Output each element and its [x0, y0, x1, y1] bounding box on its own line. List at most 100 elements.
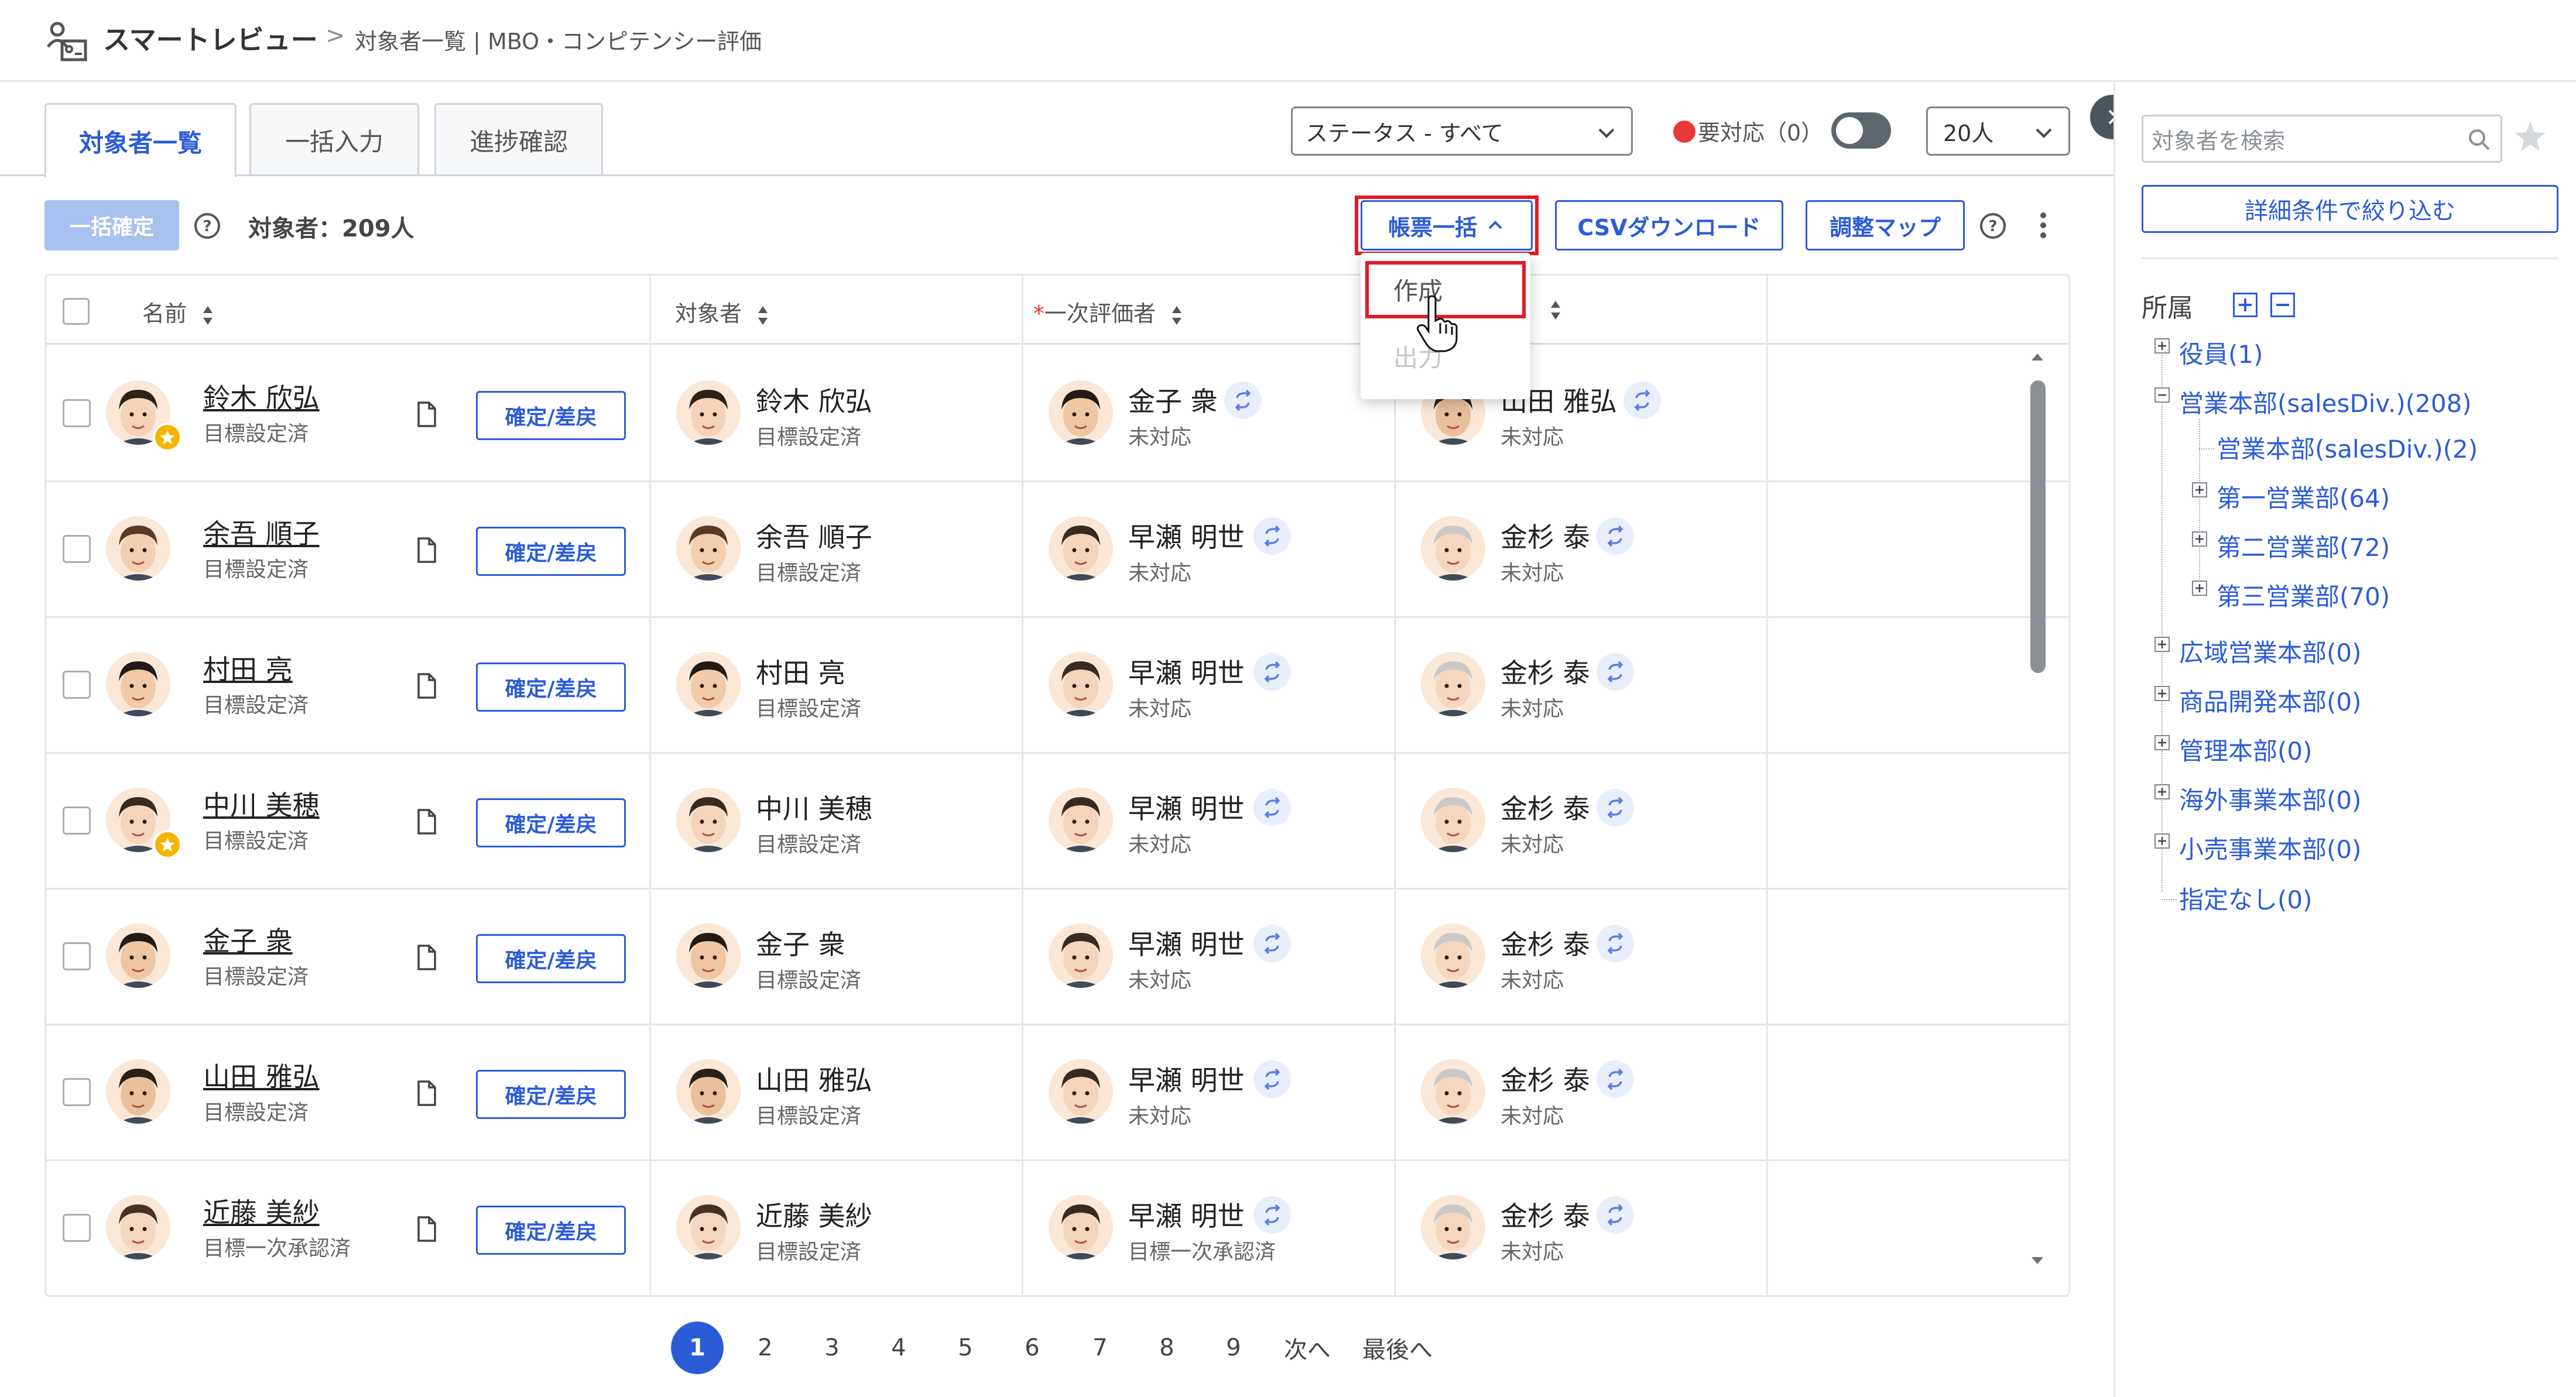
confirm-return-button[interactable]: 確定/差戻 [476, 934, 626, 983]
department-tree-item[interactable]: 営業本部(salesDiv.)(208) [2179, 384, 2472, 420]
department-tree-item[interactable]: 管理本部(0) [2179, 732, 2313, 767]
target-name-link[interactable]: 近藤 美紗 [203, 1192, 320, 1230]
target-name-link[interactable]: 金子 衆 [203, 920, 293, 959]
tab-target-list[interactable]: 対象者一覧 [44, 103, 237, 177]
tab-progress[interactable]: 進捗確認 [434, 103, 603, 176]
tree-expand-icon[interactable] [2192, 482, 2207, 497]
row-checkbox[interactable] [63, 535, 91, 563]
tree-collapse-icon[interactable] [2154, 387, 2170, 403]
department-tree-item[interactable]: 第二営業部(72) [2217, 528, 2390, 564]
page-link[interactable]: 8 [1140, 1322, 1193, 1374]
swap-evaluator-icon[interactable] [1623, 382, 1661, 419]
swap-evaluator-icon[interactable] [1253, 925, 1291, 962]
swap-evaluator-icon[interactable] [1253, 1196, 1291, 1234]
column-header-second-evaluator[interactable] [1542, 296, 1563, 323]
confirm-return-button[interactable]: 確定/差戻 [476, 391, 626, 440]
department-tree-item[interactable]: 第一営業部(64) [2217, 479, 2390, 514]
collapse-all-button[interactable] [2270, 293, 2295, 317]
page-link[interactable]: 2 [739, 1322, 792, 1374]
page-link[interactable]: 1 [671, 1322, 724, 1374]
swap-evaluator-icon[interactable] [1597, 517, 1634, 555]
per-page-select[interactable]: 20人 [1926, 107, 2070, 156]
scroll-up-arrow-icon[interactable] [2029, 349, 2046, 365]
page-link[interactable]: 4 [872, 1322, 925, 1374]
favorite-star-icon[interactable] [2512, 118, 2549, 156]
bulk-confirm-button[interactable]: 一括確定 [44, 200, 179, 250]
target-name-link[interactable]: 余吾 順子 [203, 513, 320, 551]
needs-action-toggle[interactable] [1831, 112, 1891, 149]
next-page-link[interactable]: 次へ [1275, 1322, 1340, 1374]
department-tree-item[interactable]: 役員(1) [2179, 335, 2263, 370]
more-menu-icon[interactable] [2037, 211, 2049, 240]
search-icon[interactable] [2467, 127, 2492, 153]
swap-evaluator-icon[interactable] [1597, 1060, 1634, 1098]
scroll-down-arrow-icon[interactable] [2029, 1252, 2046, 1269]
expand-all-button[interactable] [2233, 293, 2258, 317]
scrollbar-thumb[interactable] [2030, 380, 2046, 673]
adjust-map-button[interactable]: 調整マップ [1806, 200, 1965, 250]
confirm-return-button[interactable]: 確定/差戻 [476, 527, 626, 576]
column-header-name[interactable]: 名前 [142, 296, 215, 328]
target-name-link[interactable]: 山田 雅弘 [203, 1056, 320, 1094]
help-icon[interactable]: ? [1979, 212, 2007, 240]
column-header-target[interactable]: 対象者 [675, 296, 770, 328]
swap-evaluator-icon[interactable] [1224, 382, 1262, 419]
department-tree-item[interactable]: 海外事業本部(0) [2179, 781, 2362, 816]
confirm-return-button[interactable]: 確定/差戻 [476, 798, 626, 847]
swap-evaluator-icon[interactable] [1597, 653, 1634, 691]
row-checkbox[interactable] [63, 1214, 91, 1242]
target-name-link[interactable]: 中川 美穂 [203, 784, 320, 823]
csv-download-button[interactable]: CSVダウンロード [1555, 200, 1783, 250]
page-link[interactable]: 9 [1207, 1322, 1260, 1374]
page-link[interactable]: 6 [1006, 1322, 1059, 1374]
tree-expand-icon[interactable] [2154, 735, 2170, 750]
document-icon[interactable] [415, 536, 439, 564]
target-search-input[interactable]: 対象者を検索 [2142, 115, 2502, 163]
swap-evaluator-icon[interactable] [1253, 517, 1291, 555]
tree-expand-icon[interactable] [2154, 784, 2170, 799]
swap-evaluator-icon[interactable] [1253, 653, 1291, 691]
app-name[interactable]: スマートレビュー [103, 19, 318, 57]
swap-evaluator-icon[interactable] [1597, 789, 1634, 826]
swap-evaluator-icon[interactable] [1597, 925, 1634, 962]
department-tree-item[interactable]: 第三営業部(70) [2217, 577, 2390, 613]
tab-bulk-input[interactable]: 一括入力 [249, 103, 419, 176]
department-tree-item[interactable]: 営業本部(salesDiv.)(2) [2217, 430, 2478, 465]
page-link[interactable]: 3 [806, 1322, 858, 1374]
select-all-checkbox[interactable] [63, 298, 90, 325]
tree-expand-icon[interactable] [2154, 637, 2170, 652]
tree-expand-icon[interactable] [2154, 833, 2170, 849]
swap-evaluator-icon[interactable] [1253, 1060, 1291, 1098]
target-name-link[interactable]: 村田 亮 [203, 648, 293, 687]
department-tree-item[interactable]: 広域営業本部(0) [2179, 633, 2362, 669]
page-link[interactable]: 5 [939, 1322, 992, 1374]
target-name-link[interactable]: 鈴木 欣弘 [203, 377, 320, 416]
document-icon[interactable] [415, 400, 439, 428]
document-icon[interactable] [415, 1215, 439, 1243]
document-icon[interactable] [415, 1079, 439, 1107]
swap-evaluator-icon[interactable] [1253, 789, 1291, 826]
department-tree-item[interactable]: 商品開発本部(0) [2179, 682, 2362, 718]
detail-filter-button[interactable]: 詳細条件で絞り込む [2142, 185, 2558, 233]
status-select[interactable]: ステータス - すべて [1291, 107, 1633, 156]
page-link[interactable]: 7 [1074, 1322, 1126, 1374]
help-icon[interactable]: ? [193, 212, 221, 240]
department-tree-item[interactable]: 指定なし(0) [2179, 880, 2313, 916]
row-checkbox[interactable] [63, 399, 91, 427]
department-tree-item[interactable]: 小売事業本部(0) [2179, 830, 2362, 866]
column-header-first-evaluator[interactable]: *一次評価者 [1033, 296, 1184, 328]
confirm-return-button[interactable]: 確定/差戻 [476, 1070, 626, 1119]
tree-expand-icon[interactable] [2154, 338, 2170, 353]
swap-evaluator-icon[interactable] [1597, 1196, 1634, 1234]
tree-expand-icon[interactable] [2192, 581, 2207, 596]
last-page-link[interactable]: 最後へ [1354, 1322, 1441, 1374]
row-checkbox[interactable] [63, 1078, 91, 1106]
row-checkbox[interactable] [63, 806, 91, 835]
tree-expand-icon[interactable] [2154, 686, 2170, 701]
row-checkbox[interactable] [63, 942, 91, 970]
document-icon[interactable] [415, 672, 439, 700]
confirm-return-button[interactable]: 確定/差戻 [476, 663, 626, 712]
tree-expand-icon[interactable] [2192, 531, 2207, 547]
row-checkbox[interactable] [63, 671, 91, 699]
document-icon[interactable] [415, 808, 439, 836]
